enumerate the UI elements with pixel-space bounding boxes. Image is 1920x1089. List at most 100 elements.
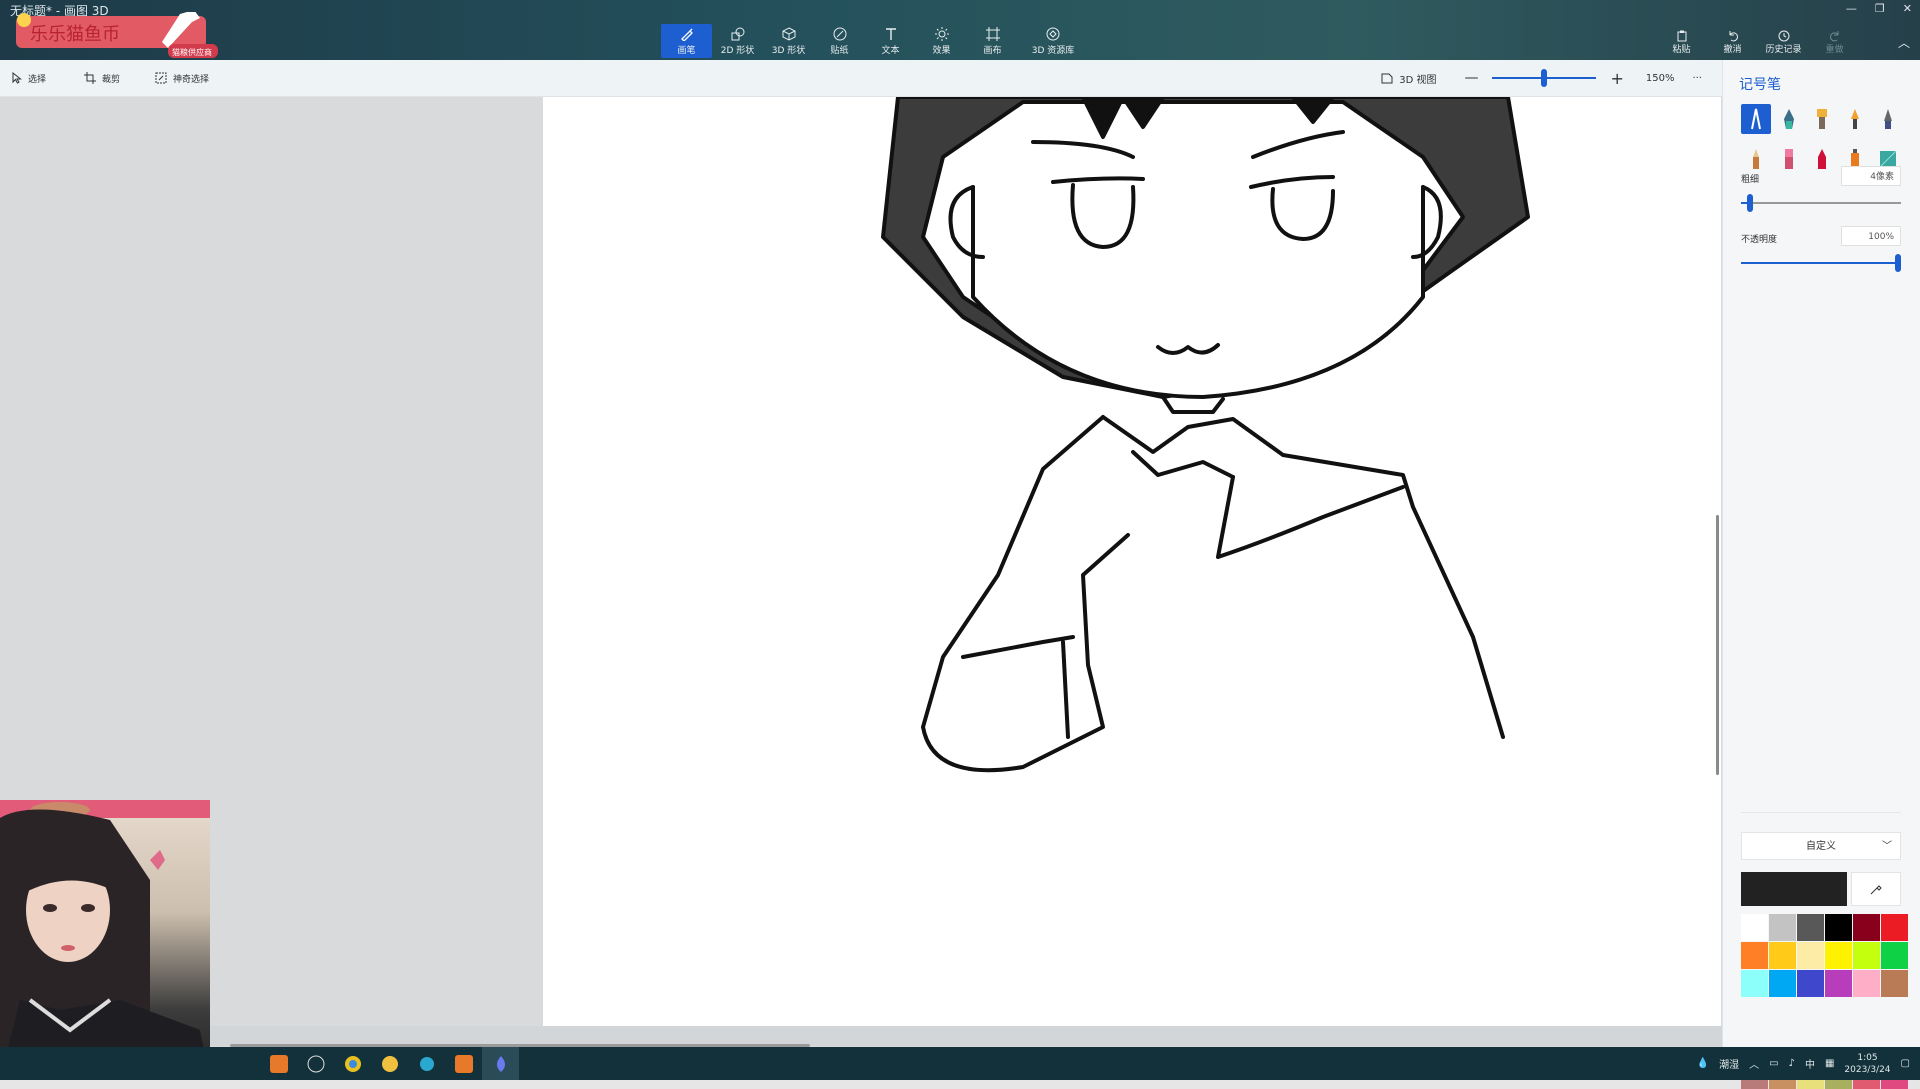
color-swatch[interactable]	[1769, 914, 1796, 941]
color-swatch[interactable]	[1825, 970, 1852, 997]
tool-label: 画布	[983, 45, 1002, 56]
color-swatch[interactable]	[1853, 970, 1880, 997]
color-swatch[interactable]	[1853, 942, 1880, 969]
color-swatch[interactable]	[1769, 942, 1796, 969]
tool-stickers[interactable]: 贴纸	[814, 24, 865, 58]
color-swatch[interactable]	[1741, 970, 1768, 997]
ime-indicator[interactable]: 中	[1805, 1056, 1815, 1071]
vertical-scrollbar[interactable]	[1716, 515, 1719, 775]
crayon-icon[interactable]	[1807, 144, 1837, 174]
app-icon-2[interactable]	[297, 1047, 334, 1080]
eyedropper-button[interactable]	[1851, 872, 1901, 906]
color-swatch[interactable]	[1881, 942, 1908, 969]
opacity-input[interactable]: 100%	[1841, 226, 1901, 246]
more-icon[interactable]: ···	[1692, 73, 1702, 84]
color-swatch[interactable]	[1797, 942, 1824, 969]
minimize-icon[interactable]: —	[1846, 2, 1857, 15]
notification-icon[interactable]: ▢	[1901, 1058, 1910, 1069]
thickness-label: 粗细	[1741, 175, 1760, 185]
tool-canvas[interactable]: 画布	[967, 24, 1018, 58]
pixel-pen-icon[interactable]	[1873, 104, 1903, 134]
app-icon-6[interactable]	[445, 1047, 482, 1080]
color-swatch[interactable]	[1825, 914, 1852, 941]
text-icon	[885, 27, 896, 40]
eraser-icon[interactable]	[1774, 144, 1804, 174]
canvas-toolbar: 选择 裁剪 神奇选择 3D 视图 — + 150% ···	[0, 60, 1722, 97]
keyboard-icon[interactable]: ▦	[1825, 1058, 1834, 1069]
clock[interactable]: 1:05 2023/3/24	[1844, 1052, 1890, 1076]
magic-select-icon	[155, 72, 167, 84]
canvas-icon	[985, 26, 1000, 41]
thickness-input[interactable]: 4像素	[1841, 166, 1901, 186]
tool-3d-shapes[interactable]: 3D 形状	[763, 24, 814, 58]
color-palette	[1741, 914, 1908, 997]
zoom-slider[interactable]	[1492, 69, 1597, 87]
tool-3d-library[interactable]: 3D 资源库	[1018, 24, 1088, 58]
collapse-ribbon-icon[interactable]: ︿	[1898, 34, 1910, 51]
redo-button[interactable]: 重做	[1809, 26, 1860, 58]
color-swatch[interactable]	[1881, 970, 1908, 997]
close-icon[interactable]: ✕	[1903, 2, 1912, 15]
tool-label: 画笔	[677, 45, 696, 56]
history-button[interactable]: 历史记录	[1758, 26, 1809, 58]
paste-label: 粘贴	[1672, 44, 1691, 55]
tool-effects[interactable]: 效果	[916, 24, 967, 58]
color-swatch[interactable]	[1825, 942, 1852, 969]
drawing-canvas[interactable]	[543, 97, 1721, 1026]
redo-label: 重做	[1825, 44, 1844, 55]
crop-icon	[84, 72, 96, 84]
oil-brush-icon[interactable]	[1807, 104, 1837, 134]
thickness-slider-thumb[interactable]	[1747, 194, 1753, 212]
watercolor-icon[interactable]	[1840, 104, 1870, 134]
brush-icon	[680, 28, 693, 41]
color-swatch[interactable]	[1769, 970, 1796, 997]
crop-button[interactable]: 裁剪	[84, 60, 120, 96]
system-tray: 💧 潮湿 ︿ ▭ ♪ 中 ▦ 1:05 2023/3/24 ▢	[1697, 1047, 1910, 1080]
color-swatch[interactable]	[1881, 914, 1908, 941]
zoom-slider-thumb[interactable]	[1541, 69, 1548, 87]
color-swatch[interactable]	[1797, 970, 1824, 997]
zoom-in-icon[interactable]: +	[1610, 69, 1623, 88]
3d-view-button[interactable]: 3D 视图	[1381, 71, 1436, 86]
restore-icon[interactable]: ❐	[1875, 2, 1885, 15]
paste-icon	[1677, 30, 1686, 41]
tool-2d-shapes[interactable]: 2D 形状	[712, 24, 763, 58]
tool-label: 3D 资源库	[1031, 45, 1075, 56]
network-icon[interactable]: ▭	[1769, 1058, 1778, 1069]
app-icon-4[interactable]	[371, 1047, 408, 1080]
paint-3d-taskbar-icon[interactable]	[482, 1047, 519, 1080]
calligraphy-pen-icon[interactable]	[1774, 104, 1804, 134]
select-button[interactable]: 选择	[12, 60, 46, 96]
webcam-person-image	[0, 800, 210, 1080]
tool-text[interactable]: 文本	[865, 24, 916, 58]
app-icon-5[interactable]	[408, 1047, 445, 1080]
app-icon-1[interactable]	[260, 1047, 297, 1080]
opacity-slider[interactable]	[1741, 254, 1901, 272]
brush-grid	[1741, 104, 1906, 174]
2d-shapes-icon	[731, 27, 744, 40]
color-swatch[interactable]	[1741, 942, 1768, 969]
color-swatch[interactable]	[1797, 914, 1824, 941]
paste-button[interactable]: 粘贴	[1656, 26, 1707, 58]
opacity-label: 不透明度	[1741, 235, 1778, 245]
color-mode-dropdown[interactable]: 自定义 ﹀	[1741, 832, 1901, 860]
tray-expand-icon[interactable]: ︿	[1749, 1056, 1759, 1071]
panel-divider	[1741, 812, 1901, 813]
opacity-slider-thumb[interactable]	[1895, 254, 1901, 272]
current-color-swatch[interactable]	[1741, 872, 1847, 906]
color-swatch[interactable]	[1853, 914, 1880, 941]
marker-brush-icon[interactable]	[1741, 104, 1771, 134]
zoom-out-icon[interactable]: —	[1464, 70, 1478, 86]
magic-select-button[interactable]: 神奇选择	[155, 60, 209, 96]
undo-button[interactable]: 撤消	[1707, 26, 1758, 58]
effects-icon	[934, 26, 949, 41]
taskbar-apps	[260, 1047, 519, 1080]
panel-title: 记号笔	[1739, 77, 1781, 93]
tool-brushes[interactable]: 画笔	[661, 24, 712, 58]
pencil-icon[interactable]	[1741, 144, 1771, 174]
color-swatch[interactable]	[1741, 914, 1768, 941]
chrome-icon[interactable]	[334, 1047, 371, 1080]
history-icon	[1778, 30, 1789, 41]
thickness-slider[interactable]	[1741, 194, 1901, 212]
volume-icon[interactable]: ♪	[1789, 1058, 1795, 1069]
